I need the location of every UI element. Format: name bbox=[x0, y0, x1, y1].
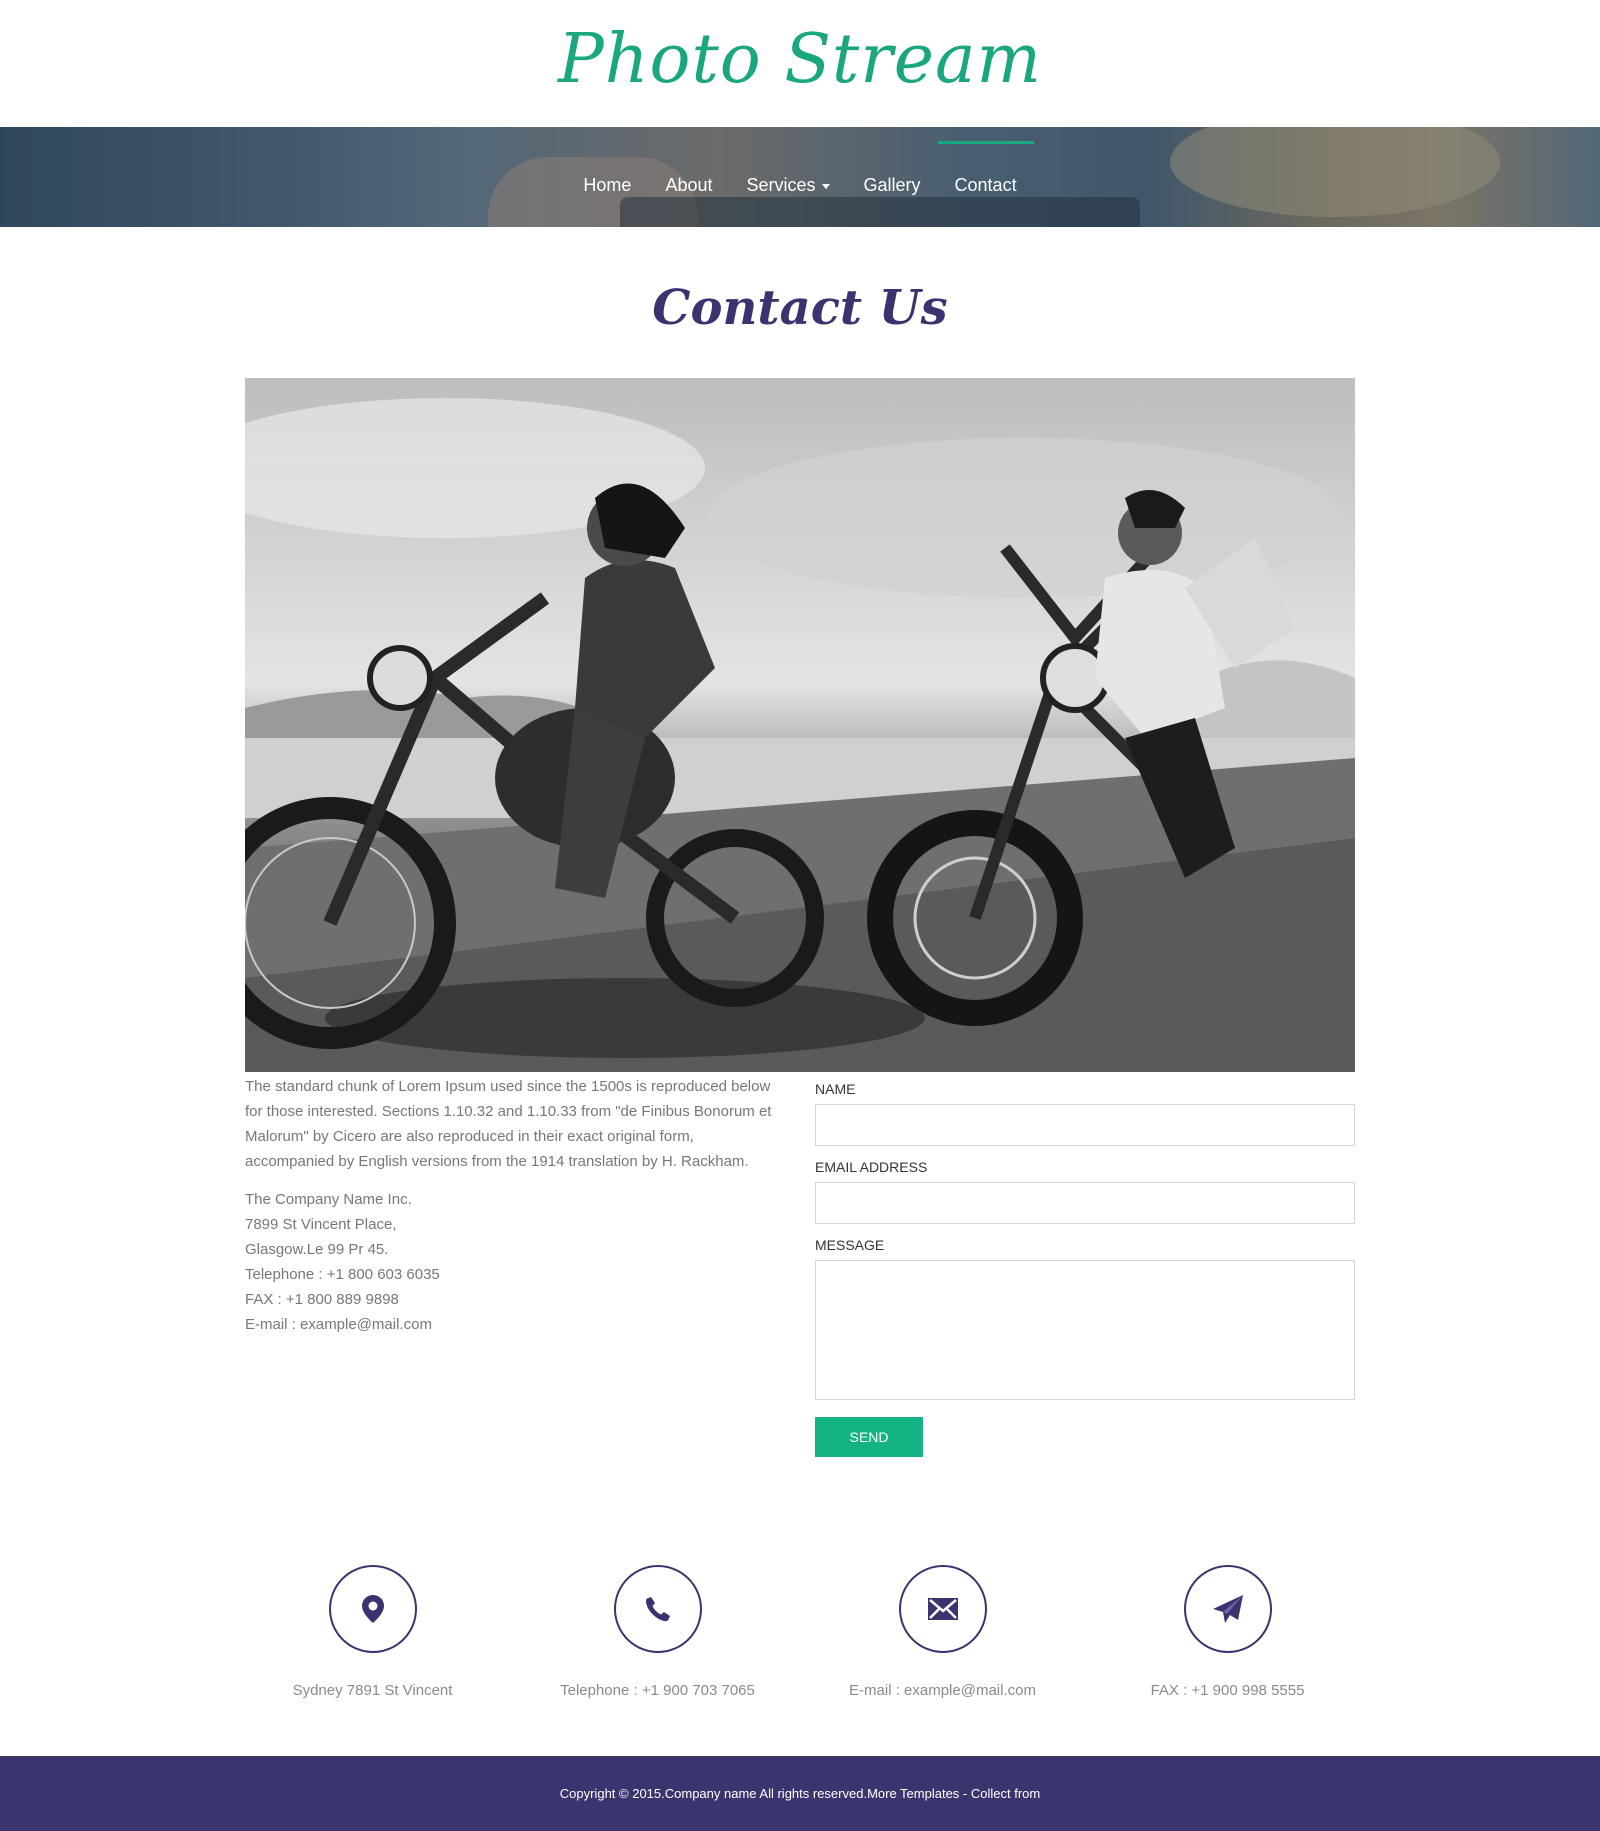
telephone-circle[interactable] bbox=[613, 1565, 702, 1653]
envelope-icon bbox=[927, 1598, 958, 1620]
contact-photo bbox=[245, 378, 1355, 1072]
company-name: The Company Name Inc. bbox=[245, 1191, 412, 1208]
info-telephone-text: Telephone : +1 900 703 7065 bbox=[560, 1682, 755, 1699]
site-header: Photo Stream bbox=[0, 0, 1600, 127]
location-circle[interactable] bbox=[328, 1565, 417, 1653]
info-fax-text: FAX : +1 900 998 5555 bbox=[1150, 1682, 1305, 1699]
address-fax: FAX : +1 800 889 9898 bbox=[245, 1291, 399, 1308]
map-marker-icon bbox=[361, 1595, 384, 1623]
paper-plane-icon bbox=[1212, 1595, 1243, 1623]
about-paragraph: The standard chunk of Lorem Ipsum used s… bbox=[245, 1078, 772, 1170]
email-circle[interactable] bbox=[898, 1565, 987, 1653]
page-title: Contact Us bbox=[652, 280, 948, 336]
nav-item-about[interactable]: About bbox=[648, 127, 729, 227]
motorcycle-riders-image bbox=[245, 398, 1355, 1072]
address-city: Glasgow.Le 99 Pr 45. bbox=[245, 1241, 389, 1258]
phone-icon bbox=[645, 1597, 670, 1622]
info-location: Sydney 7891 St Vincent bbox=[230, 1565, 515, 1699]
nav-menu: Home About Services Gallery Contact bbox=[0, 127, 1600, 227]
nav-item-gallery[interactable]: Gallery bbox=[847, 127, 938, 227]
main-navigation: Home About Services Gallery Contact bbox=[0, 127, 1600, 227]
info-telephone: Telephone : +1 900 703 7065 bbox=[515, 1565, 800, 1699]
nav-item-contact[interactable]: Contact bbox=[937, 127, 1034, 227]
address-street: 7899 St Vincent Place, bbox=[245, 1216, 397, 1233]
company-address: The Company Name Inc. 7899 St Vincent Pl… bbox=[245, 1187, 645, 1337]
nav-item-home[interactable]: Home bbox=[566, 127, 648, 227]
nav-item-services[interactable]: Services bbox=[729, 127, 846, 227]
caret-down-icon bbox=[821, 183, 830, 189]
address-email: E-mail : example@mail.com bbox=[245, 1316, 432, 1333]
contact-info-row: Sydney 7891 St Vincent Telephone : +1 90… bbox=[230, 1565, 1370, 1705]
fax-circle[interactable] bbox=[1183, 1565, 1272, 1653]
name-label: NAME bbox=[815, 1081, 856, 1097]
info-location-text: Sydney 7891 St Vincent bbox=[292, 1682, 453, 1699]
footer-copyright: Copyright © 2015.Company name All rights… bbox=[559, 1786, 1041, 1801]
site-footer: Copyright © 2015.Company name All rights… bbox=[0, 1756, 1600, 1831]
name-field[interactable] bbox=[815, 1104, 1355, 1146]
message-label: MESSAGE bbox=[815, 1237, 885, 1253]
info-email: E-mail : example@mail.com bbox=[800, 1565, 1085, 1699]
message-field[interactable] bbox=[815, 1260, 1355, 1400]
contact-form: NAME EMAIL ADDRESS MESSAGE SEND bbox=[815, 1078, 1355, 1457]
info-email-text: E-mail : example@mail.com bbox=[849, 1682, 1036, 1699]
info-fax: FAX : +1 900 998 5555 bbox=[1085, 1565, 1370, 1699]
address-telephone: Telephone : +1 800 603 6035 bbox=[245, 1266, 440, 1283]
site-logo[interactable]: Photo Stream bbox=[0, 20, 1600, 99]
send-button[interactable]: SEND bbox=[815, 1417, 923, 1457]
email-field[interactable] bbox=[815, 1182, 1355, 1224]
email-label: EMAIL ADDRESS bbox=[815, 1159, 928, 1175]
